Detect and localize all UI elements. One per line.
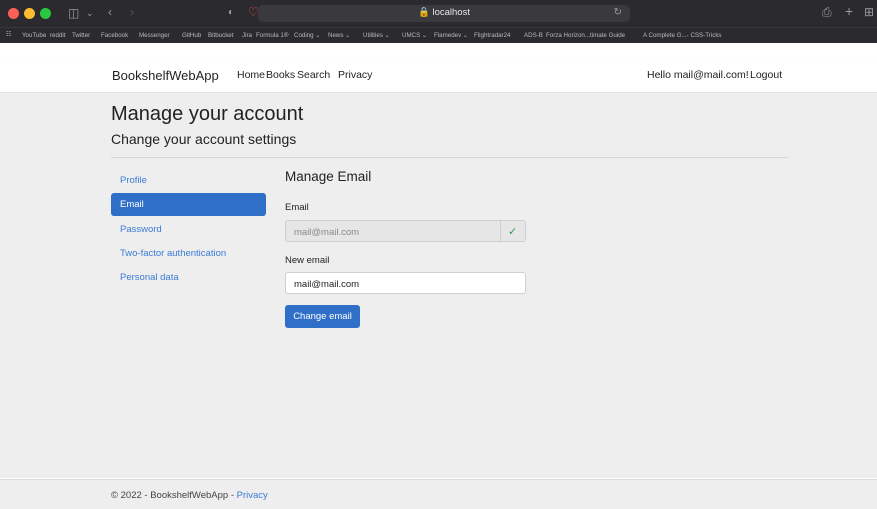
- nav-link-home[interactable]: Home: [237, 69, 265, 81]
- sidebar-item-email[interactable]: Email: [111, 193, 266, 216]
- chevron-down-icon[interactable]: ⌄: [86, 7, 94, 19]
- email-field: mail@mail.com ✓: [285, 220, 526, 242]
- sidebar-item-personal-data[interactable]: Personal data: [111, 266, 266, 289]
- footer: © 2022 - BookshelfWebApp - Privacy: [0, 479, 877, 509]
- bookmark-item[interactable]: Formula 1®: [256, 32, 288, 39]
- bookmark-item[interactable]: Bitbucket: [208, 32, 233, 39]
- page-subtitle: Change your account settings: [111, 131, 297, 147]
- lock-icon: 🔒: [418, 7, 430, 18]
- share-icon[interactable]: ⎙: [822, 6, 832, 18]
- bookmark-item[interactable]: Facebook: [101, 32, 128, 39]
- reload-icon[interactable]: ↻: [614, 7, 622, 19]
- change-email-label: Change email: [293, 311, 352, 322]
- sidebar-item-profile[interactable]: Profile: [111, 169, 266, 192]
- tab-overview-icon[interactable]: ⊞: [864, 6, 874, 18]
- bookmark-item[interactable]: UMCS ⌄: [402, 32, 427, 39]
- page-title: Manage your account: [111, 103, 304, 125]
- address-text: localhost: [432, 7, 470, 18]
- bookmark-item[interactable]: reddit: [50, 32, 65, 39]
- email-label: Email: [285, 202, 309, 213]
- sidebar-item-password[interactable]: Password: [111, 218, 266, 241]
- sidebar-toggle-icon[interactable]: ◫: [68, 7, 79, 19]
- logout-button[interactable]: Logout: [750, 69, 782, 81]
- window-minimize-button[interactable]: [24, 8, 35, 19]
- new-email-input[interactable]: mail@mail.com: [285, 272, 526, 294]
- bookmark-item[interactable]: Twitter: [72, 32, 90, 39]
- email-value: mail@mail.com: [294, 227, 360, 238]
- new-tab-icon[interactable]: +: [845, 4, 853, 18]
- grid-icon[interactable]: ☷: [6, 31, 12, 38]
- bookmark-item[interactable]: Coding ⌄: [294, 32, 321, 39]
- section-title: Manage Email: [285, 169, 372, 184]
- window-close-button[interactable]: [8, 8, 19, 19]
- bookmark-item[interactable]: ADS-B: [524, 32, 543, 39]
- bookmark-item[interactable]: Messenger: [139, 32, 170, 39]
- sidebar-item-label: Email: [120, 199, 144, 210]
- footer-copyright: © 2022 - BookshelfWebApp -: [111, 490, 237, 501]
- new-email-label: New email: [285, 255, 330, 266]
- sidebar-item-label: Password: [120, 224, 162, 235]
- sidebar-item-label: Two-factor authentication: [120, 248, 227, 259]
- bookmark-item[interactable]: News ⌄: [328, 32, 350, 39]
- address-bar[interactable]: 🔒 localhost ↻: [258, 5, 630, 22]
- brand-link[interactable]: BookshelfWebApp: [112, 68, 219, 83]
- window-maximize-button[interactable]: [40, 8, 51, 19]
- new-email-value: mail@mail.com: [294, 279, 360, 290]
- bookmark-item[interactable]: Flightradar24: [474, 32, 510, 39]
- bookmark-item[interactable]: Forza Horizon...timate Guide: [546, 32, 625, 39]
- sidebar-item-two-factor[interactable]: Two-factor authentication: [111, 242, 266, 265]
- bookmark-item[interactable]: Jira: [242, 32, 252, 39]
- browser-titlebar: ◫ ⌄ ‹ › ◐ ♡ 🔒 localhost ↻ ⎙ + ⊞: [0, 0, 877, 27]
- nav-link-privacy[interactable]: Privacy: [338, 69, 372, 81]
- sidebar-item-label: Personal data: [120, 272, 179, 283]
- change-email-button[interactable]: Change email: [285, 305, 360, 328]
- app-navbar: BookshelfWebApp Home Books Search Privac…: [0, 57, 877, 93]
- bookmarks-bar: ☷ YouTube reddit Twitter Facebook Messen…: [0, 27, 877, 43]
- bookmark-item[interactable]: Flamedev ⌄: [434, 32, 468, 39]
- divider: [111, 157, 788, 158]
- user-greeting-link[interactable]: Hello mail@mail.com!: [647, 69, 749, 81]
- privacy-shield-icon[interactable]: ◐: [228, 7, 234, 19]
- bookmark-item[interactable]: Utilities ⌄: [363, 32, 390, 39]
- nav-link-books[interactable]: Books: [266, 69, 295, 81]
- bookmark-item[interactable]: A Complete G...- CSS-Tricks: [643, 32, 722, 39]
- back-icon[interactable]: ‹: [108, 6, 112, 18]
- nav-link-search[interactable]: Search: [297, 69, 330, 81]
- bookmark-item[interactable]: YouTube: [22, 32, 46, 39]
- bookmark-item[interactable]: GitHub: [182, 32, 201, 39]
- footer-privacy-link[interactable]: Privacy: [237, 490, 268, 501]
- forward-icon[interactable]: ›: [130, 6, 134, 18]
- sidebar-item-label: Profile: [120, 175, 147, 186]
- verified-addon: ✓: [500, 221, 525, 241]
- check-icon: ✓: [508, 226, 518, 238]
